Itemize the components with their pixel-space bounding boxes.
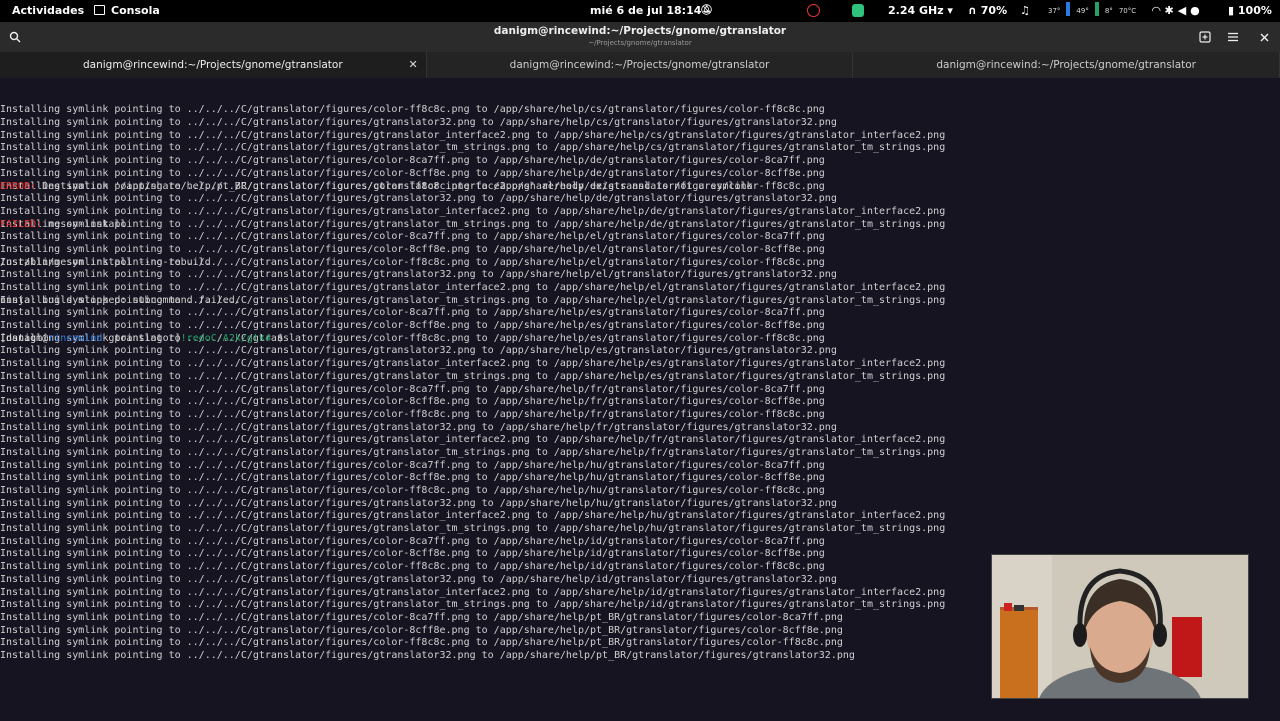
terminal-line: Installing symlink pointing to ../../../… xyxy=(0,434,946,446)
battery-level: 100% xyxy=(1237,4,1272,17)
notifications-off-icon: 🔕︎ xyxy=(700,5,713,16)
terminal-line: Installing symlink pointing to ../../../… xyxy=(0,205,946,217)
sysmon-temp-4: 70°C xyxy=(1118,7,1137,15)
tab-bar: danigm@rincewind:~/Projects/gnome/gtrans… xyxy=(0,52,1280,78)
prompt-symbol: $ xyxy=(270,332,284,344)
failed-label: FAILED: xyxy=(0,218,43,230)
bluetooth-icon: ✱ xyxy=(1164,4,1178,17)
ubuntu-icon[interactable] xyxy=(807,4,820,17)
terminal-line: Installing symlink pointing to ../../../… xyxy=(0,497,837,509)
tab-label: danigm@rincewind:~/Projects/gnome/gtrans… xyxy=(936,59,1196,71)
menu-button[interactable] xyxy=(1223,28,1243,46)
webcam-person-image xyxy=(992,555,1248,698)
terminal-line: Installing symlink pointing to ../../../… xyxy=(0,269,837,281)
microphone-icon: ● xyxy=(1190,4,1204,17)
music-icon[interactable]: ♫ xyxy=(1020,0,1030,22)
prompt-branch: !redoC-A2k/gtk4 xyxy=(180,332,271,344)
headset-level: 70% xyxy=(980,4,1008,17)
tab-1[interactable]: danigm@rincewind:~/Projects/gnome/gtrans… xyxy=(0,52,427,78)
app-menu-label: Consola xyxy=(111,4,160,17)
webcam-overlay xyxy=(991,554,1249,699)
terminal-line: Installing symlink pointing to ../../../… xyxy=(0,345,837,357)
headset-battery[interactable]: ∩ 70% xyxy=(968,0,1007,22)
terminal-line: Installing symlink pointing to ../../../… xyxy=(0,523,946,535)
terminal-line: Installing symlink pointing to ../../../… xyxy=(0,459,825,471)
terminal-line: Installing symlink pointing to ../../../… xyxy=(0,320,825,332)
terminal-line: Installing symlink pointing to ../../../… xyxy=(0,282,946,294)
headset-icon: ∩ xyxy=(968,4,977,17)
terminal-line: Installing symlink pointing to ../../../… xyxy=(0,383,825,395)
prompt-host: rincewind xyxy=(48,332,103,344)
terminal-line: Installing symlink pointing to ../../../… xyxy=(0,446,946,458)
terminal-line: Installing symlink pointing to ../../../… xyxy=(0,472,825,484)
cpu-frequency[interactable]: 2.24 GHz ▾ xyxy=(888,0,953,22)
top-bar: Actividades Consola mié 6 de jul 18:14 🔕… xyxy=(0,0,1280,22)
window-title: danigm@rincewind:~/Projects/gnome/gtrans… xyxy=(493,25,787,37)
terminal-headerbar: danigm@rincewind:~/Projects/gnome/gtrans… xyxy=(0,22,1280,52)
tab-close-icon[interactable]: ✕ xyxy=(408,52,417,78)
terminal-line: Installing symlink pointing to ../../../… xyxy=(0,396,825,408)
close-icon xyxy=(1260,33,1268,41)
terminal-line: Installing symlink pointing to ../../../… xyxy=(0,117,837,129)
battery-indicator[interactable]: ▮ 100% xyxy=(1228,0,1272,22)
tab-3[interactable]: danigm@rincewind:~/Projects/gnome/gtrans… xyxy=(853,52,1280,78)
sysmon-temp-2: 49° xyxy=(1076,7,1089,15)
mem-bar xyxy=(1094,2,1099,16)
failed-text: meson-install xyxy=(42,218,127,230)
green-app-icon[interactable] xyxy=(852,4,864,17)
terminal-line: Installing symlink pointing to ../../../… xyxy=(0,243,825,255)
sysmon-temp-1: 37° xyxy=(1048,7,1061,15)
terminal-line: Installing symlink pointing to ../../../… xyxy=(0,104,825,116)
terminal-line: Installing symlink pointing to ../../../… xyxy=(0,231,825,243)
tab-label: danigm@rincewind:~/Projects/gnome/gtrans… xyxy=(509,59,770,71)
close-window-button[interactable] xyxy=(1254,28,1274,46)
terminal-line: Installing symlink pointing to ../../../… xyxy=(0,510,946,522)
error-text: Destination '/app/share/help/pt_BR/gtran… xyxy=(36,180,753,192)
prompt-dir: gtranslator] xyxy=(102,332,181,344)
error-label: ERROR: xyxy=(0,180,37,192)
terminal-line: Installing symlink pointing to ../../../… xyxy=(0,193,837,205)
app-menu[interactable]: Consola xyxy=(94,0,160,22)
battery-icon: ▮ xyxy=(1228,4,1235,17)
hamburger-menu-icon xyxy=(1228,32,1238,42)
sysmon-temp-3: 8° xyxy=(1104,7,1113,15)
error-line: ERROR: Destination '/app/share/help/pt_B… xyxy=(0,181,1280,194)
clock[interactable]: mié 6 de jul 18:14 xyxy=(590,0,701,22)
new-tab-button[interactable] xyxy=(1195,28,1215,46)
new-tab-icon xyxy=(1199,31,1211,43)
volume-icon: ◀ xyxy=(1177,4,1191,17)
install-log: Installing symlink pointing to ../../../… xyxy=(0,104,1280,661)
terminal-line: Installing symlink pointing to ../../../… xyxy=(0,307,825,319)
activities-button[interactable]: Actividades xyxy=(12,0,84,22)
tab-2[interactable]: danigm@rincewind:~/Projects/gnome/gtrans… xyxy=(427,52,854,78)
terminal-line: Installing symlink pointing to ../../../… xyxy=(0,155,825,167)
prompt-user: danigm xyxy=(6,332,43,344)
terminal-line: Installing symlink pointing to ../../../… xyxy=(0,408,825,420)
terminal-line: Installing symlink pointing to ../../../… xyxy=(0,129,946,141)
window-subtitle: ~/Projects/gnome/gtranslator xyxy=(588,39,692,47)
system-tray[interactable]: ◠✱◀● xyxy=(1152,0,1204,22)
wifi-icon: ◠ xyxy=(1152,4,1165,17)
terminal-line: Installing symlink pointing to ../../../… xyxy=(0,167,825,179)
terminal-app-icon xyxy=(94,5,105,15)
terminal-line: Installing symlink pointing to ../../../… xyxy=(0,485,825,497)
terminal-line: Installing symlink pointing to ../../../… xyxy=(0,358,946,370)
cpu-bar xyxy=(1066,2,1071,16)
terminal-line: Installing symlink pointing to ../../../… xyxy=(0,421,837,433)
tab-label: danigm@rincewind:~/Projects/gnome/gtrans… xyxy=(83,59,343,71)
system-monitor[interactable]: 37° 49° 8° 70°C xyxy=(1048,0,1142,22)
terminal-line: Installing symlink pointing to ../../../… xyxy=(0,535,825,547)
terminal-line: Installing symlink pointing to ../../../… xyxy=(0,370,946,382)
